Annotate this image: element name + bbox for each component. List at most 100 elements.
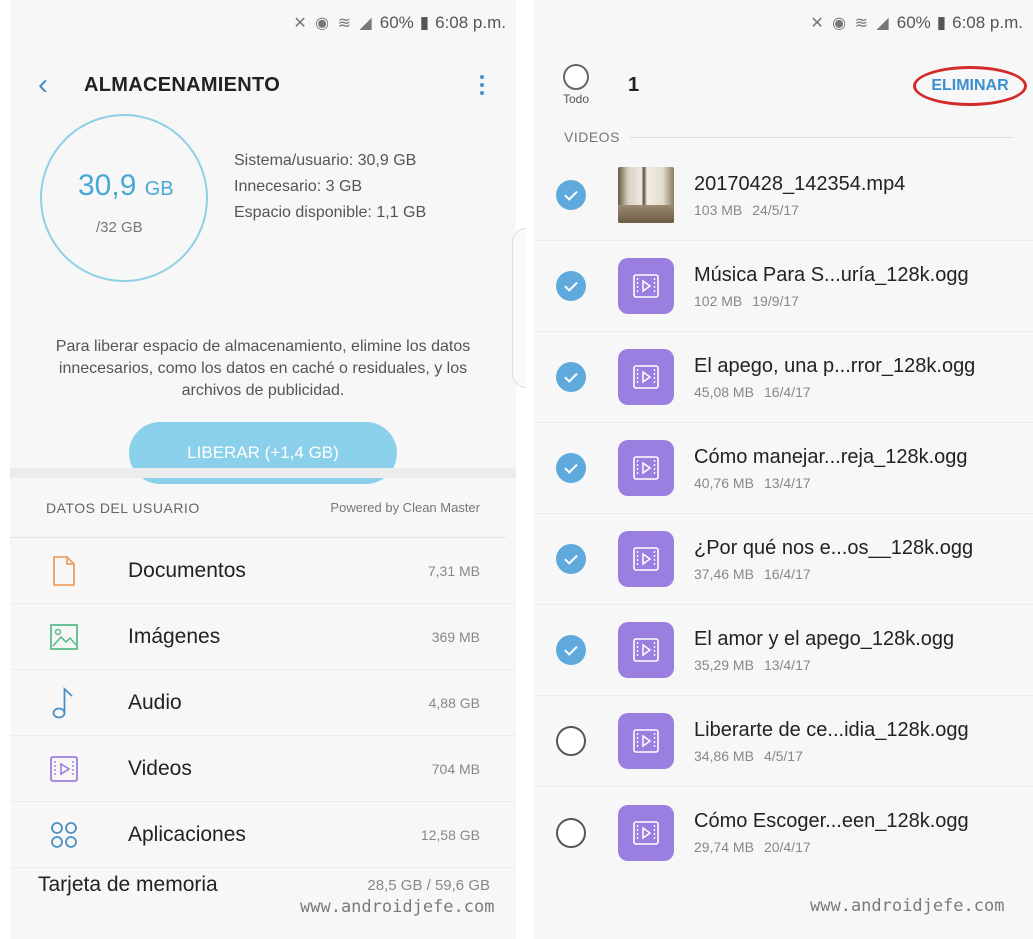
edge-panel-handle[interactable] — [512, 228, 526, 388]
powered-by: Powered by Clean Master — [330, 500, 480, 515]
file-info: Cómo Escoger...een_128k.ogg 29,74 MB 20/4… — [694, 810, 1033, 855]
file-checkbox[interactable] — [556, 544, 586, 574]
file-name: El amor y el apego_128k.ogg — [694, 627, 955, 650]
file-name: 20170428_142354.mp4 — [694, 172, 906, 195]
file-meta: 29,74 MB 20/4/17 — [694, 839, 1033, 855]
file-checkbox[interactable] — [556, 726, 586, 756]
file-info: ¿Por qué nos e...os__128k.ogg 37,46 MB 16… — [694, 537, 1033, 582]
used-storage: 30,9 GB — [78, 169, 174, 203]
more-options-icon[interactable] — [470, 75, 494, 95]
file-checkbox[interactable] — [556, 362, 586, 392]
video-icon — [48, 753, 80, 785]
storage-summary: 30,9 GB /32 GB Sistema/usuario: 30,9 GB … — [10, 114, 516, 282]
section-divider — [10, 468, 516, 478]
videos-section-header: VIDEOS — [534, 124, 1033, 150]
category-size: 369 MB — [431, 628, 480, 645]
file-row[interactable]: El amor y el apego_128k.ogg 35,29 MB 13/4… — [534, 605, 1033, 696]
video-file-icon — [618, 531, 674, 587]
video-file-icon — [618, 440, 674, 496]
status-bar: ✕ ◉ ≋ ◢ 60% ▮ 6:08 p.m. — [534, 0, 1033, 46]
file-info: Cómo manejar...reja_128k.ogg 40,76 MB 13/… — [694, 446, 1033, 491]
status-icons: ✕ ◉ ≋ ◢ — [293, 15, 374, 32]
category-name: Imágenes — [128, 624, 221, 648]
file-checkbox[interactable] — [556, 635, 586, 665]
file-checkbox[interactable] — [556, 817, 586, 848]
back-icon[interactable]: ‹ — [38, 70, 84, 100]
file-date: 4/5/17 — [763, 747, 803, 764]
document-icon — [48, 555, 80, 587]
file-size: 45,08 MB — [694, 383, 754, 400]
category-size: 4,88 GB — [428, 694, 480, 711]
file-name: Cómo Escoger...een_128k.ogg — [694, 810, 969, 832]
file-info: El apego, una p...rror_128k.ogg 45,08 MB… — [694, 355, 1033, 400]
battery-level: 60% — [379, 13, 414, 32]
category-images[interactable]: Imágenes 369 MB — [10, 604, 516, 670]
file-meta: 102 MB 19/9/17 — [694, 293, 1033, 309]
status-bar: ✕ ◉ ≋ ◢ 60% ▮ 6:08 p.m. — [10, 0, 516, 46]
category-name: Aplicaciones — [128, 822, 246, 846]
file-date: 13/4/17 — [763, 474, 811, 491]
category-size: 7,31 MB — [427, 562, 480, 579]
file-row[interactable]: ¿Por qué nos e...os__128k.ogg 37,46 MB 16… — [534, 514, 1033, 605]
file-meta: 37,46 MB 16/4/17 — [694, 566, 1033, 582]
file-row[interactable]: El apego, una p...rror_128k.ogg 45,08 MB… — [534, 332, 1033, 423]
file-size: 103 MB — [694, 201, 743, 218]
file-size: 29,74 MB — [694, 839, 754, 855]
stat-unneeded: Innecesario: 3 GB — [234, 178, 363, 195]
battery-level: 60% — [896, 13, 931, 32]
file-row[interactable]: Liberarte de ce...idia_128k.ogg 34,86 MB… — [534, 696, 1033, 787]
user-data-section: DATOS DEL USUARIO Powered by Clean Maste… — [10, 478, 516, 868]
category-documents[interactable]: Documentos 7,31 MB — [10, 538, 516, 604]
selected-count: 1 — [628, 73, 640, 96]
file-name: Música Para S...uría_128k.ogg — [694, 263, 969, 286]
file-size: 34,86 MB — [694, 747, 754, 764]
selection-bar: Todo 1 ELIMINAR — [534, 46, 1033, 124]
section-line — [629, 136, 1013, 138]
file-row[interactable]: Música Para S...uría_128k.ogg 102 MB 19/9… — [534, 241, 1033, 332]
category-size: 12,58 GB — [420, 826, 480, 843]
status-icons: ✕ ◉ ≋ ◢ — [810, 15, 891, 32]
memory-card-size: 28,5 GB / 59,6 GB — [367, 876, 490, 894]
select-all-label: Todo — [562, 92, 590, 106]
image-icon — [48, 621, 80, 653]
file-checkbox[interactable] — [556, 271, 586, 301]
free-space-description: Para liberar espacio de almacenamiento, … — [55, 338, 471, 399]
file-date: 13/4/17 — [763, 656, 811, 673]
page-title: ALMACENAMIENTO — [84, 73, 281, 96]
used-value: 30,9 — [78, 169, 137, 202]
file-info: 20170428_142354.mp4 103 MB 24/5/17 — [694, 173, 1033, 218]
user-data-label: DATOS DEL USUARIO — [46, 499, 200, 516]
file-checkbox[interactable] — [556, 180, 586, 210]
file-info: Liberarte de ce...idia_128k.ogg 34,86 MB… — [694, 719, 1033, 764]
file-name: ¿Por qué nos e...os__128k.ogg — [694, 536, 974, 559]
category-name: Videos — [128, 756, 192, 780]
file-date: 16/4/17 — [763, 383, 811, 400]
clock: 6:08 p.m. — [435, 13, 506, 32]
storage-screen: ✕ ◉ ≋ ◢ 60% ▮ 6:08 p.m. ‹ ALMACENAMIENTO… — [10, 0, 516, 939]
file-name: El apego, una p...rror_128k.ogg — [694, 354, 976, 377]
select-all-checkbox[interactable]: Todo — [556, 64, 596, 106]
app-bar: ‹ ALMACENAMIENTO — [10, 46, 516, 124]
file-date: 24/5/17 — [752, 201, 799, 218]
category-audio[interactable]: Audio 4,88 GB — [10, 670, 516, 736]
video-file-icon — [618, 258, 674, 314]
select-all-ring — [563, 64, 589, 90]
file-row[interactable]: Cómo manejar...reja_128k.ogg 40,76 MB 13/… — [534, 423, 1033, 514]
videos-label: VIDEOS — [564, 129, 620, 145]
file-checkbox[interactable] — [556, 453, 586, 483]
clock: 6:08 p.m. — [952, 13, 1023, 32]
file-row[interactable]: Cómo Escoger...een_128k.ogg 29,74 MB 20/4… — [534, 787, 1033, 878]
file-meta: 45,08 MB 16/4/17 — [694, 384, 1033, 400]
storage-stats: Sistema/usuario: 30,9 GB Innecesario: 3 … — [234, 148, 426, 226]
file-list: 20170428_142354.mp4 103 MB 24/5/17 Música… — [534, 150, 1033, 878]
delete-button[interactable]: ELIMINAR — [913, 66, 1027, 106]
file-date: 16/4/17 — [763, 565, 811, 582]
file-info: El amor y el apego_128k.ogg 35,29 MB 13/4… — [694, 628, 1033, 673]
battery-icon: ▮ — [936, 13, 947, 32]
category-videos[interactable]: Videos 704 MB — [10, 736, 516, 802]
file-row[interactable]: 20170428_142354.mp4 103 MB 24/5/17 — [534, 150, 1033, 241]
video-file-icon — [618, 622, 674, 678]
file-size: 40,76 MB — [694, 474, 754, 491]
video-file-icon — [618, 804, 674, 861]
file-meta: 34,86 MB 4/5/17 — [694, 748, 1033, 764]
